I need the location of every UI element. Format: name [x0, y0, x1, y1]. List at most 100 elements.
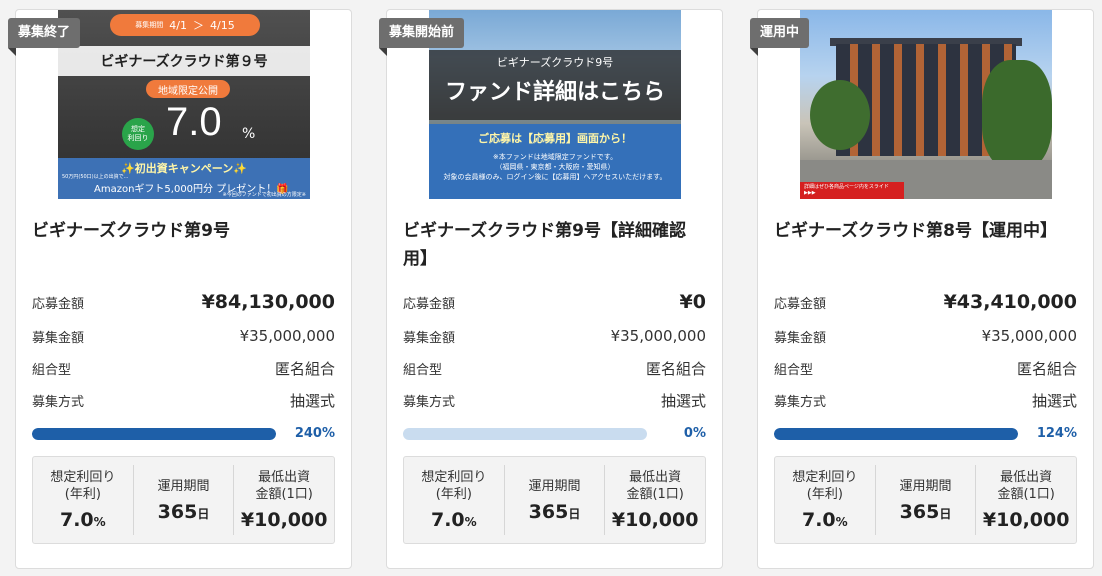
stat-min-investment: 最低出資 金額(1口) ¥10,000 — [234, 465, 334, 535]
thumb-notice-box: ご応募は【応募用】画面から！ ※本ファンドは地域限定ファンドです。 （福岡県・東… — [429, 124, 681, 199]
stat-label: 運用期間 — [899, 478, 952, 494]
row-label: 募集方式 — [774, 394, 827, 410]
row-value: ¥84,130,000 — [201, 291, 335, 313]
progress-fill — [32, 428, 276, 440]
progress-fill — [774, 428, 1018, 440]
campaign-note: 50万円(50口)以上の出資で... — [62, 174, 129, 180]
stat-value: ¥10,000 — [241, 509, 328, 531]
stat-value: ¥10,000 — [983, 509, 1070, 531]
fund-title[interactable]: ビギナーズクラウド第9号【詳細確認用】 — [403, 217, 706, 273]
row-value: 抽選式 — [1031, 391, 1077, 410]
row-label: 募集方式 — [403, 394, 456, 410]
row-value: ¥35,000,000 — [981, 327, 1077, 345]
stat-yield: 想定利回り (年利) 7.0% — [404, 465, 505, 535]
row-type: 組合型 匿名組合 — [403, 356, 706, 380]
fund-card[interactable]: 募集終了 募集期間 4/1 ＞ 4/15 ビギナーズクラウド第９号 地域限定公開… — [8, 9, 352, 569]
stat-number: 7.0 — [59, 509, 94, 531]
progress-percent: 0% — [683, 426, 706, 441]
tree-left — [810, 80, 870, 150]
slide-hint-tag: 詳細はぜひ各商品ページ内をスライド ▶▶▶ — [800, 182, 904, 199]
stat-number: 7.0 — [801, 509, 836, 531]
stats-box: 想定利回り (年利) 7.0% 運用期間 365日 最低出資 金額(1口) ¥10,0… — [774, 456, 1077, 544]
stat-number: 365 — [157, 500, 198, 523]
period-pill: 募集期間 4/1 ＞ 4/15 — [110, 14, 260, 36]
campaign-fine: ※今回のファンドで初出資の方限定※ — [222, 192, 306, 198]
stat-period: 運用期間 365日 — [876, 465, 977, 535]
row-method: 募集方式 抽選式 — [774, 388, 1077, 412]
stat-value: 365日 — [900, 501, 952, 523]
stat-label: 想定利回り (年利) — [50, 470, 116, 502]
row-value: 匿名組合 — [645, 359, 706, 378]
period-from: 4/1 — [169, 18, 187, 32]
thumb-plate: ビギナーズクラウド9号 ファンド詳細はこちら — [429, 50, 681, 120]
row-value: ¥0 — [679, 291, 706, 313]
stat-value: 365日 — [529, 501, 581, 523]
stat-label: 運用期間 — [157, 478, 210, 494]
row-label: 組合型 — [32, 362, 72, 378]
stats-box: 想定利回り (年利) 7.0% 運用期間 365日 最低出資 金額(1口) ¥10,0… — [403, 456, 706, 544]
thumb-fine-3: 対象の会員様のみ、ログイン後に【応募用】へアクセスいただけます。 — [443, 173, 667, 181]
row-label: 応募金額 — [774, 296, 827, 312]
fund-card[interactable]: 募集開始前 ビギナーズクラウド9号 ファンド詳細はこちら ご応募は【応募用】画面… — [379, 9, 723, 569]
row-label: 組合型 — [403, 362, 443, 378]
stat-label: 想定利回り (年利) — [421, 470, 487, 502]
row-value: ¥43,410,000 — [943, 291, 1077, 313]
row-label: 組合型 — [774, 362, 814, 378]
progress-bar — [774, 428, 1018, 440]
row-type: 組合型 匿名組合 — [774, 356, 1077, 380]
stat-period: 運用期間 365日 — [505, 465, 606, 535]
row-label: 応募金額 — [403, 296, 456, 312]
row-value: 抽選式 — [660, 391, 706, 410]
fund-thumbnail[interactable]: 募集期間 4/1 ＞ 4/15 ビギナーズクラウド第９号 地域限定公開 想定 利… — [58, 10, 310, 199]
row-value: 匿名組合 — [274, 359, 335, 378]
fund-card[interactable]: 運用中 詳細はぜひ各商品ページ内をスライド ▶▶▶ ビギナーズクラウド第8号【運… — [750, 9, 1094, 569]
progress-bar — [403, 428, 647, 440]
row-label: 募集金額 — [32, 330, 85, 346]
row-label: 募集方式 — [32, 394, 85, 410]
stat-number: 7.0 — [430, 509, 465, 531]
row-value: ¥35,000,000 — [239, 327, 335, 345]
fund-title[interactable]: ビギナーズクラウド第8号【運用中】 — [774, 217, 1077, 245]
thumb-notice: ご応募は【応募用】画面から！ — [478, 132, 632, 145]
row-label: 募集金額 — [774, 330, 827, 346]
thumb-fine: ※本ファンドは地域限定ファンドです。 （福岡県・東京都・大阪府・愛知県） 対象の… — [429, 152, 681, 182]
progress-percent: 124% — [1036, 426, 1077, 441]
stat-number: 365 — [899, 500, 940, 523]
stat-min-investment: 最低出資 金額(1口) ¥10,000 — [605, 465, 705, 535]
row-target: 募集金額 ¥35,000,000 — [774, 324, 1077, 348]
stat-label: 最低出資 金額(1口) — [626, 470, 684, 502]
row-label: 募集金額 — [403, 330, 456, 346]
stat-number: 365 — [528, 500, 569, 523]
thumb-sub: ビギナーズクラウド9号 — [496, 56, 614, 69]
status-badge: 運用中 — [750, 18, 810, 56]
progress-percent: 240% — [294, 426, 335, 441]
stat-unit: % — [835, 515, 848, 529]
stat-value: ¥10,000 — [612, 509, 699, 531]
limited-pill: 地域限定公開 — [146, 80, 230, 98]
fund-title[interactable]: ビギナーズクラウド第9号 — [32, 217, 335, 245]
stat-value: 7.0% — [431, 509, 477, 531]
thumb-fine-1: ※本ファンドは地域限定ファンドです。 — [492, 153, 618, 161]
thumb-banner: ビギナーズクラウド第９号 — [58, 46, 310, 76]
thumb-headline: ファンド詳細はこちら — [444, 80, 665, 105]
stat-number: ¥10,000 — [982, 509, 1070, 531]
thumb-fine-2: （福岡県・東京都・大阪府・愛知県） — [495, 163, 615, 171]
stat-label: 最低出資 金額(1口) — [997, 470, 1055, 502]
yield-circle-line2: 利回り — [127, 134, 149, 142]
row-method: 募集方式 抽選式 — [32, 388, 335, 412]
stat-unit: 日 — [568, 506, 581, 521]
fund-thumbnail[interactable]: ビギナーズクラウド9号 ファンド詳細はこちら ご応募は【応募用】画面から！ ※本… — [429, 10, 681, 199]
tree-right — [982, 60, 1052, 170]
progress-bar — [32, 428, 276, 440]
row-target: 募集金額 ¥35,000,000 — [32, 324, 335, 348]
period-arrow: ＞ — [193, 19, 204, 32]
row-applied: 応募金額 ¥84,130,000 — [32, 290, 335, 314]
stat-unit: % — [464, 515, 477, 529]
row-type: 組合型 匿名組合 — [32, 356, 335, 380]
status-badge: 募集開始前 — [379, 18, 465, 56]
stat-label: 運用期間 — [528, 478, 581, 494]
campaign-strip: ✨初出資キャンペーン✨ 50万円(50口)以上の出資で... Amazonギフト… — [58, 158, 310, 199]
fund-thumbnail[interactable]: 詳細はぜひ各商品ページ内をスライド ▶▶▶ — [800, 10, 1052, 199]
status-badge: 募集終了 — [8, 18, 81, 56]
stat-unit: 日 — [197, 506, 210, 521]
